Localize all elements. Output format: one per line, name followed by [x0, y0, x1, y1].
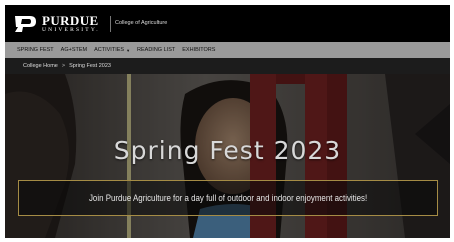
logo-wordmark: PURDUE	[42, 13, 99, 29]
purdue-logo[interactable]: PURDUE UNIVERSITY.	[13, 14, 100, 34]
header-divider	[110, 16, 111, 32]
nav-item-reading-list[interactable]: READING LIST	[137, 47, 175, 53]
college-name-link[interactable]: College of Agriculture	[115, 20, 167, 26]
hero-subtitle: Join Purdue Agriculture for a day full o…	[88, 193, 368, 203]
nav-item-label: SPRING FEST	[17, 47, 54, 53]
breadcrumb-current: Spring Fest 2023	[69, 63, 111, 69]
nav-item-label: AG+STEM	[60, 47, 88, 53]
main-nav: SPRING FEST AG+STEM ACTIVITIES ▼ READING…	[5, 42, 450, 58]
breadcrumb-separator: >	[61, 63, 66, 69]
breadcrumb: College Home > Spring Fest 2023	[5, 58, 450, 74]
site-header: PURDUE UNIVERSITY. College of Agricultur…	[5, 5, 450, 42]
logo-subtitle: UNIVERSITY.	[42, 27, 100, 34]
breadcrumb-home-link[interactable]: College Home	[23, 63, 58, 69]
nav-item-ag-stem[interactable]: AG+STEM	[61, 47, 87, 53]
hero-banner: Spring Fest 2023 Join Purdue Agriculture…	[5, 74, 450, 238]
chevron-down-icon: ▼	[126, 47, 131, 53]
nav-item-activities[interactable]: ACTIVITIES ▼	[94, 47, 130, 53]
nav-item-label: READING LIST	[137, 47, 176, 53]
purdue-p-logo-icon	[15, 16, 36, 32]
hero-title: Spring Fest 2023	[113, 136, 342, 165]
nav-item-label: ACTIVITIES	[94, 47, 125, 53]
nav-item-label: EXHIBITORS	[182, 47, 216, 53]
nav-item-exhibitors[interactable]: EXHIBITORS	[182, 47, 215, 53]
hero-subtitle-box: Join Purdue Agriculture for a day full o…	[18, 180, 438, 216]
page-frame: PURDUE UNIVERSITY. College of Agricultur…	[5, 5, 450, 238]
nav-item-spring-fest[interactable]: SPRING FEST	[17, 47, 54, 53]
